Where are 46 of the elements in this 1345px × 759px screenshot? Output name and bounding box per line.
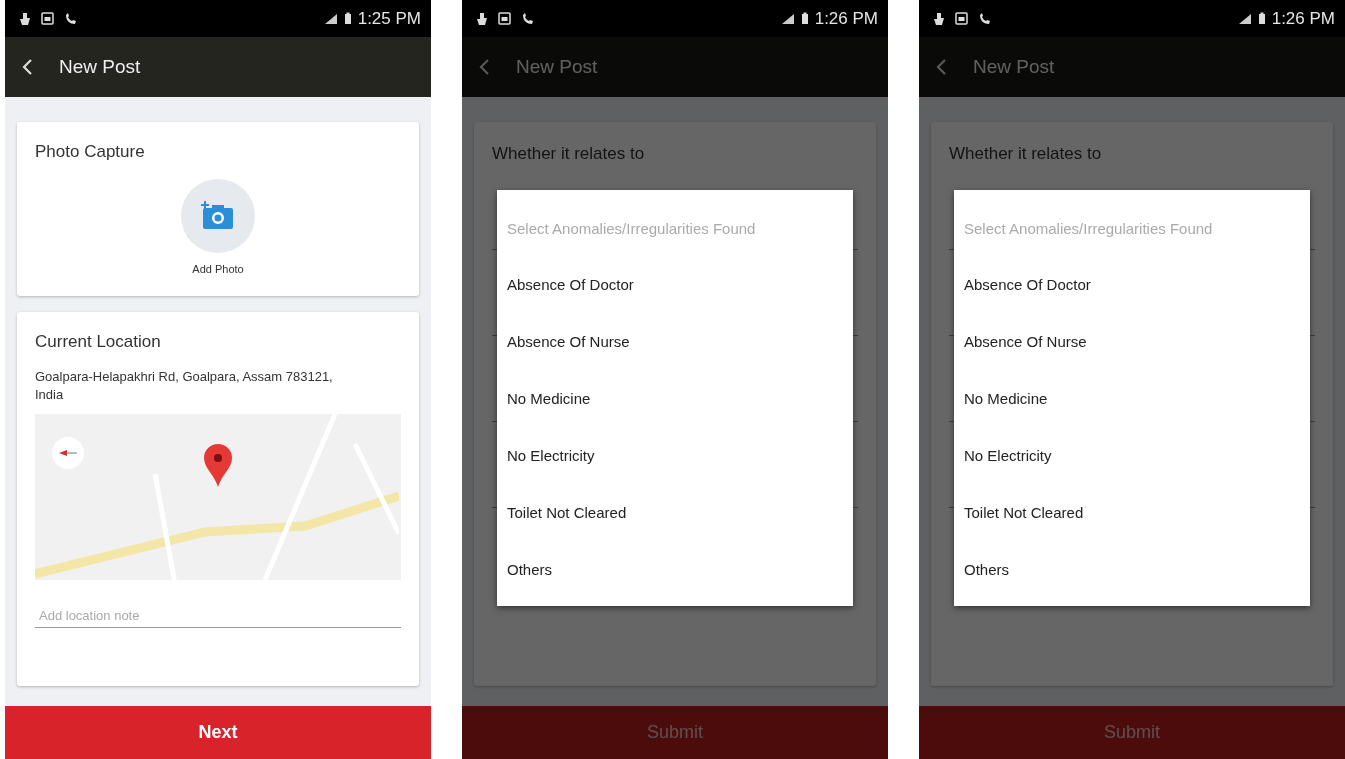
location-note-field[interactable]: Add location note: [35, 604, 401, 628]
address-text: Goalpara-Helapakhri Rd, Goalpara, Assam 783121, India: [35, 368, 334, 404]
card-title: Photo Capture: [35, 142, 146, 162]
notification-icon: [933, 11, 945, 26]
dropdown-option[interactable]: Absence Of Doctor: [497, 256, 853, 313]
dropdown-option[interactable]: Others: [954, 541, 1310, 598]
back-icon: [935, 58, 947, 76]
signal-icon: [323, 12, 338, 25]
notification-icon: [476, 11, 488, 26]
dropdown-option[interactable]: No Electricity: [497, 427, 853, 484]
app-title: New Post: [973, 56, 1055, 78]
add-camera-icon: [200, 201, 236, 231]
dropdown-option[interactable]: Toilet Not Cleared: [954, 484, 1310, 541]
dropdown-option[interactable]: No Medicine: [954, 370, 1310, 427]
phone-call-icon: [521, 11, 535, 26]
notification-icon: [19, 11, 31, 26]
dropdown-option[interactable]: Toilet Not Cleared: [497, 484, 853, 541]
gallery-icon: [498, 12, 511, 25]
gallery-icon: [41, 12, 54, 25]
battery-icon: [800, 12, 809, 25]
dropdown-option[interactable]: No Medicine: [497, 370, 853, 427]
status-time: 1:26 PM: [814, 8, 878, 29]
dropdown-option[interactable]: Others: [497, 541, 853, 598]
status-time: 1:25 PM: [357, 8, 421, 29]
battery-icon: [1257, 12, 1266, 25]
battery-icon: [343, 12, 352, 25]
map-pin-icon: [203, 444, 233, 488]
card-title: Whether it relates to: [492, 144, 646, 164]
status-time: 1:26 PM: [1271, 8, 1335, 29]
back-icon: [21, 58, 33, 76]
card-title: Current Location: [35, 332, 162, 352]
app-title: New Post: [516, 56, 598, 78]
dropdown-option[interactable]: No Electricity: [954, 427, 1310, 484]
dropdown-option[interactable]: Absence Of Nurse: [497, 313, 853, 370]
phone-call-icon: [978, 11, 992, 26]
dropdown-option[interactable]: Absence Of Nurse: [954, 313, 1310, 370]
dropdown-option[interactable]: Absence Of Doctor: [954, 256, 1310, 313]
next-button[interactable]: Next: [5, 706, 431, 759]
signal-icon: [1237, 12, 1252, 25]
card-title: Whether it relates to: [949, 144, 1103, 164]
phone-call-icon: [64, 11, 78, 26]
compass-icon: [51, 436, 85, 470]
signal-icon: [780, 12, 795, 25]
gallery-icon: [955, 12, 968, 25]
back-icon: [478, 58, 490, 76]
app-title: New Post: [59, 56, 141, 78]
